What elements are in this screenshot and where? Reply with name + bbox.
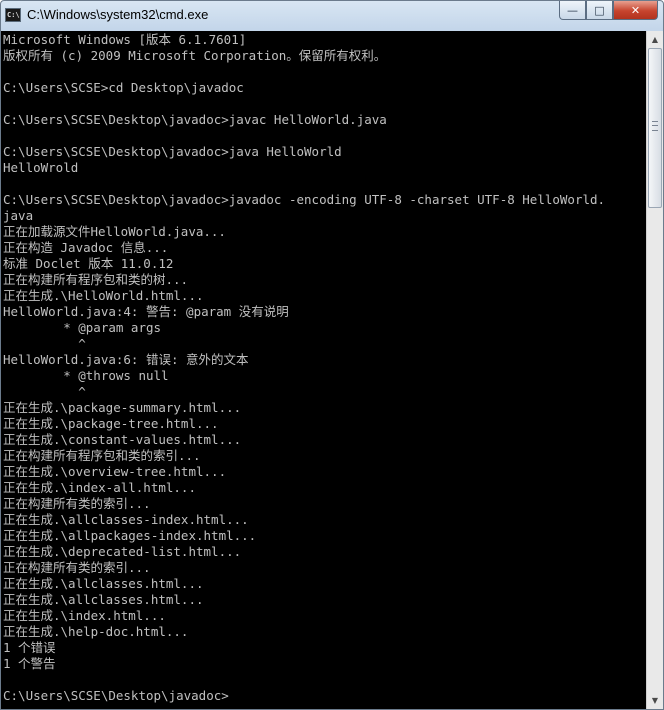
scroll-down-button[interactable]: ▼ [647,692,663,709]
console-line: ^ [3,384,86,399]
console-line: 正在生成.\allpackages-index.html... [3,528,257,543]
console-line: Microsoft Windows [版本 6.1.7601] [3,32,247,47]
console-line: 正在生成.\allclasses.html... [3,592,204,607]
minimize-button[interactable]: — [559,1,586,20]
console-line: 正在生成.\constant-values.html... [3,432,242,447]
scroll-up-icon: ▲ [651,35,659,44]
console-line: C:\Users\SCSE\Desktop\javadoc>javac Hell… [3,112,387,127]
console-line: HelloWorld.java:6: 错误: 意外的文本 [3,352,249,367]
console-line: java [3,208,34,223]
console-line: * @throws null [3,368,169,383]
console-line: 标准 Doclet 版本 11.0.12 [3,256,174,271]
console-line: 正在生成.\HelloWorld.html... [3,288,204,303]
cmd-window: C:\ C:\Windows\system32\cmd.exe — □ ✕ Mi… [0,0,664,710]
minimize-icon: — [567,3,578,17]
vertical-scrollbar[interactable]: ▲ ▼ [646,31,663,709]
scroll-thumb[interactable] [648,48,662,208]
maximize-button[interactable]: □ [586,1,613,20]
close-icon: ✕ [630,3,641,17]
maximize-icon: □ [594,3,605,17]
console-line: C:\Users\SCSE>cd Desktop\javadoc [3,80,244,95]
console-line: HelloWrold [3,160,79,175]
console-line: 正在生成.\help-doc.html... [3,624,189,639]
console-line: * @param args [3,320,162,335]
console-line: 正在构建所有类的索引... [3,496,151,511]
window-title: C:\Windows\system32\cmd.exe [27,7,209,22]
grip-icon [652,121,658,131]
console-line: 正在生成.\deprecated-list.html... [3,544,242,559]
console-line: C:\Users\SCSE\Desktop\javadoc>java Hello… [3,144,342,159]
console-line: 正在生成.\allclasses-index.html... [3,512,249,527]
console-line: 正在构建所有程序包和类的树... [3,272,189,287]
scroll-up-button[interactable]: ▲ [647,31,663,48]
console-line: C:\Users\SCSE\Desktop\javadoc> [3,688,229,703]
scroll-down-icon: ▼ [651,696,659,705]
console-line: C:\Users\SCSE\Desktop\javadoc>javadoc -e… [3,192,606,207]
console-line: 版权所有 (c) 2009 Microsoft Corporation。保留所有… [3,48,387,63]
console-line: 1 个警告 [3,656,56,671]
console-line: HelloWorld.java:4: 警告: @param 没有说明 [3,304,289,319]
console-line: 正在生成.\package-summary.html... [3,400,242,415]
close-button[interactable]: ✕ [613,1,658,20]
cmd-icon[interactable]: C:\ [5,8,21,22]
console-line: 1 个错误 [3,640,56,655]
title-bar[interactable]: C:\ C:\Windows\system32\cmd.exe — □ ✕ [1,1,663,31]
console-line: 正在构建所有类的索引... [3,560,151,575]
console-line: 正在生成.\allclasses.html... [3,576,204,591]
console-output: Microsoft Windows [版本 6.1.7601] 版权所有 (c) … [3,32,646,704]
console-area[interactable]: Microsoft Windows [版本 6.1.7601] 版权所有 (c) … [1,31,646,709]
console-line: 正在构造 Javadoc 信息... [3,240,169,255]
console-line: 正在生成.\index-all.html... [3,480,196,495]
console-line: ^ [3,336,86,351]
console-line: 正在生成.\overview-tree.html... [3,464,227,479]
cmd-icon-text: C:\ [7,11,20,19]
console-line: 正在生成.\package-tree.html... [3,416,219,431]
console-line: 正在生成.\index.html... [3,608,166,623]
console-line: 正在加载源文件HelloWorld.java... [3,224,226,239]
console-line: 正在构建所有程序包和类的索引... [3,448,201,463]
